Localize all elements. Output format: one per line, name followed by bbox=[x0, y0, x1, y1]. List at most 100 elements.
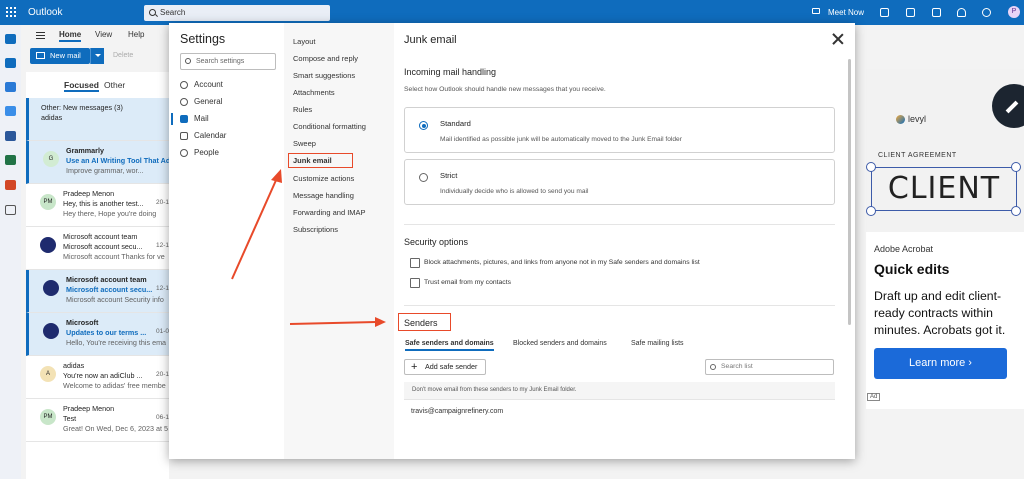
section-divider bbox=[404, 305, 835, 306]
category-label: Calendar bbox=[194, 131, 227, 140]
teams-icon[interactable] bbox=[880, 8, 889, 17]
add-safe-sender-button[interactable]: + Add safe sender bbox=[404, 359, 486, 375]
message-subject: You're now an adiClub ... bbox=[63, 371, 143, 380]
subcategory-layout[interactable]: Layout bbox=[293, 37, 316, 46]
settings-category-mail[interactable]: Mail bbox=[171, 113, 209, 125]
list-item[interactable]: G Grammarly Use an AI Writing Tool That Ad… bbox=[26, 141, 170, 184]
meet-now-button[interactable]: Meet Now bbox=[828, 8, 864, 17]
whiteboard-icon[interactable] bbox=[932, 8, 941, 17]
standard-radio[interactable] bbox=[419, 121, 428, 130]
list-item[interactable]: Microsoft account team Microsoft account … bbox=[26, 270, 169, 313]
ribbon-tab-view[interactable]: View bbox=[95, 30, 112, 39]
incoming-description: Select how Outlook should handle new mes… bbox=[404, 86, 606, 93]
excel-icon[interactable] bbox=[5, 155, 16, 165]
subcategory-smart-suggestions[interactable]: Smart suggestions bbox=[293, 71, 355, 80]
office-icon[interactable] bbox=[906, 8, 915, 17]
global-search-input[interactable]: Search bbox=[144, 5, 330, 21]
resize-handle-icon bbox=[866, 162, 876, 172]
ribbon-tab-help[interactable]: Help bbox=[128, 30, 144, 39]
message-sender: Pradeep Menon bbox=[63, 404, 115, 413]
avatar: PM bbox=[40, 194, 56, 210]
message-preview: Hey there, Hope you're doing bbox=[63, 209, 157, 218]
strict-radio[interactable] bbox=[419, 173, 428, 182]
todo-icon[interactable] bbox=[5, 106, 16, 116]
trust-contacts-label: Trust email from my contacts bbox=[424, 279, 511, 286]
subcategory-sweep[interactable]: Sweep bbox=[293, 139, 316, 148]
avatar bbox=[43, 280, 59, 296]
settings-category-people[interactable]: People bbox=[178, 147, 219, 159]
list-item[interactable]: PM Pradeep Menon Hey, this is another test… bbox=[26, 184, 169, 227]
section-divider bbox=[404, 224, 835, 225]
ad-badge[interactable]: Ad bbox=[867, 393, 881, 401]
panel-scrollbar[interactable] bbox=[848, 59, 851, 325]
settings-title: Settings bbox=[180, 32, 226, 46]
top-bar: Outlook Search Meet Now P bbox=[0, 0, 1024, 25]
list-divider bbox=[404, 399, 835, 400]
list-item[interactable]: Microsoft account team Microsoft account … bbox=[26, 227, 169, 270]
message-preview: Microsoft account Security info bbox=[66, 295, 164, 304]
tab-safe-mailing-lists[interactable]: Safe mailing lists bbox=[631, 340, 684, 347]
ad-agreement-text: CLIENT AGREEMENT bbox=[878, 152, 957, 159]
settings-category-calendar[interactable]: Calendar bbox=[178, 130, 226, 142]
senders-highlight bbox=[398, 313, 451, 331]
ad-headline: Quick edits bbox=[874, 261, 950, 277]
message-date: 12-1 bbox=[155, 242, 169, 249]
tab-other[interactable]: Other bbox=[104, 80, 125, 90]
subcategory-message-handling[interactable]: Message handling bbox=[293, 191, 354, 200]
bell-icon[interactable] bbox=[957, 8, 966, 17]
mail-icon[interactable] bbox=[5, 58, 16, 68]
message-preview: Welcome to adidas' free membe bbox=[63, 381, 166, 390]
resize-handle-icon bbox=[866, 206, 876, 216]
home-icon[interactable] bbox=[5, 34, 16, 44]
app-name[interactable]: Outlook bbox=[28, 7, 62, 18]
plus-icon: + bbox=[411, 361, 418, 373]
ad-body: Draft up and edit client-ready contracts… bbox=[874, 289, 1006, 337]
menu-icon[interactable] bbox=[36, 32, 45, 41]
settings-category-general[interactable]: General bbox=[178, 96, 222, 108]
tab-blocked-senders[interactable]: Blocked senders and domains bbox=[513, 340, 607, 347]
settings-search-input[interactable]: Search settings bbox=[180, 53, 276, 70]
ribbon-tab-home[interactable]: Home bbox=[59, 30, 82, 42]
settings-category-account[interactable]: Account bbox=[178, 79, 223, 91]
ad-hero-word: CLIENT bbox=[871, 167, 1017, 211]
people-icon[interactable] bbox=[5, 82, 16, 92]
search-list-input[interactable]: Search list bbox=[705, 359, 834, 375]
list-item[interactable]: Microsoft Updates to our terms ... Hello, … bbox=[26, 313, 169, 356]
message-sender: Microsoft account team bbox=[66, 275, 147, 284]
trust-contacts-checkbox[interactable] bbox=[410, 278, 420, 288]
word-icon[interactable] bbox=[5, 131, 16, 141]
subcategory-customize-actions[interactable]: Customize actions bbox=[293, 174, 354, 183]
message-sender: Microsoft account team bbox=[63, 232, 138, 241]
strict-label: Strict bbox=[440, 171, 458, 180]
close-icon[interactable] bbox=[832, 33, 844, 45]
standard-option[interactable]: Standard Mail identified as possible jun… bbox=[404, 107, 835, 153]
tab-focused[interactable]: Focused bbox=[64, 80, 99, 92]
new-mail-button[interactable]: New mail bbox=[30, 48, 90, 64]
gear-icon[interactable] bbox=[982, 8, 991, 17]
tab-safe-senders[interactable]: Safe senders and domains bbox=[405, 340, 494, 351]
subcategory-compose-and-reply[interactable]: Compose and reply bbox=[293, 54, 358, 63]
list-item[interactable]: Aadidas You're now an adiClub ... Welcome … bbox=[26, 356, 169, 399]
app-rail bbox=[0, 25, 21, 479]
powerpoint-icon[interactable] bbox=[5, 180, 16, 190]
ad-learn-more-button[interactable]: Learn more › bbox=[874, 348, 1007, 379]
category-label: General bbox=[194, 97, 223, 106]
list-item[interactable]: Other: New messages (3) adidas bbox=[26, 98, 169, 141]
block-attachments-checkbox[interactable] bbox=[410, 258, 420, 268]
delete-button[interactable]: Delete bbox=[113, 52, 133, 59]
subcategory-attachments[interactable]: Attachments bbox=[293, 88, 335, 97]
subcategory-subscriptions[interactable]: Subscriptions bbox=[293, 225, 338, 234]
apps-icon[interactable] bbox=[5, 205, 16, 215]
subcategory-conditional-formatting[interactable]: Conditional formatting bbox=[293, 122, 366, 131]
strict-option[interactable]: Strict Individually decide who is allowe… bbox=[404, 159, 835, 205]
avatar[interactable]: P bbox=[1008, 6, 1020, 18]
safe-sender-entry[interactable]: travis@campaignrefinery.com bbox=[411, 408, 503, 415]
app-launcher-icon[interactable] bbox=[6, 7, 16, 17]
strict-description: Individually decide who is allowed to se… bbox=[440, 188, 589, 195]
new-mail-dropdown[interactable] bbox=[90, 48, 104, 64]
list-item[interactable]: PM Pradeep Menon Test Great! On Wed, Dec 6,… bbox=[26, 399, 169, 442]
envelope-icon bbox=[36, 52, 45, 59]
subcategory-forwarding-and-imap[interactable]: Forwarding and IMAP bbox=[293, 208, 366, 217]
settings-category-column: Settings Search settings Account General… bbox=[169, 23, 284, 459]
subcategory-rules[interactable]: Rules bbox=[293, 105, 312, 114]
